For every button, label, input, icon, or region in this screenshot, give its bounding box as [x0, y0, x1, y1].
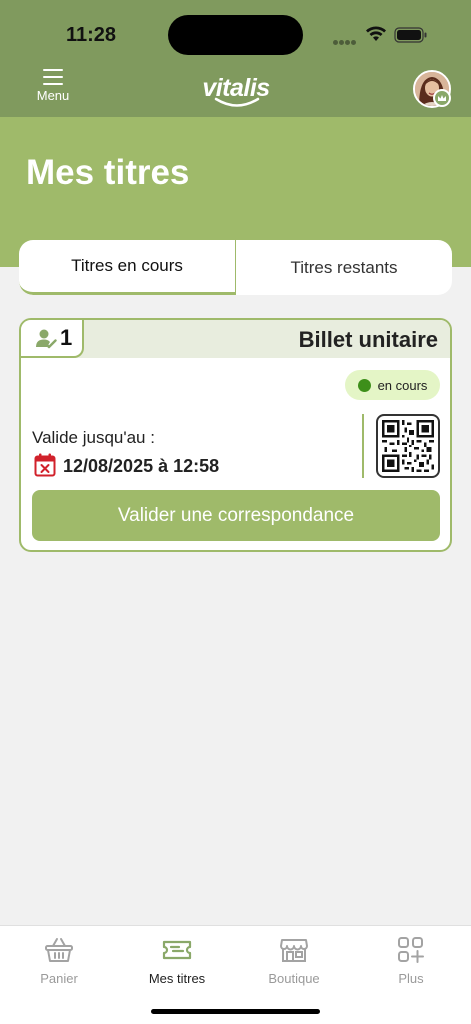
- shop-icon: [280, 939, 308, 962]
- cellular-signal-icon: [333, 32, 357, 50]
- nav-label-plus: Plus: [398, 971, 424, 986]
- status-text: en cours: [377, 377, 428, 393]
- calendar-expiry-icon: [34, 453, 56, 477]
- nav-label-mes-titres: Mes titres: [148, 971, 206, 986]
- vertical-divider: [362, 414, 364, 478]
- nav-label-boutique: Boutique: [268, 971, 320, 986]
- wifi-icon: [366, 26, 386, 41]
- validity-label: Valide jusqu'au :: [32, 428, 155, 447]
- menu-button[interactable]: Menu: [30, 68, 76, 112]
- status-time: 11:28: [66, 24, 117, 46]
- ticket-card[interactable]: 1 Billet unitaire en cours Valide jusqu'…: [19, 318, 452, 552]
- passenger-count: 1: [60, 325, 73, 350]
- passenger-check-icon: [36, 329, 57, 349]
- passenger-count-box: 1: [21, 320, 84, 358]
- tab-current-tickets[interactable]: Titres en cours: [19, 240, 236, 295]
- menu-label: Menu: [36, 88, 70, 103]
- nav-item-mes-titres[interactable]: Mes titres: [127, 936, 227, 986]
- status-bar: 11:28: [0, 0, 471, 62]
- home-indicator: [151, 1009, 320, 1014]
- dynamic-island: [168, 15, 303, 55]
- basket-icon: [45, 938, 73, 962]
- logo-swoosh-icon: [214, 97, 260, 107]
- status-dot-icon: [357, 378, 371, 392]
- nav-item-boutique[interactable]: Boutique: [244, 936, 344, 986]
- validity-date: 12/08/2025 à 12:58: [63, 456, 220, 476]
- plus-grid-icon: [398, 937, 424, 963]
- ticket-icon: [162, 940, 192, 960]
- tab-remaining-tickets[interactable]: Titres restants: [236, 240, 452, 295]
- ticket-tabs: Titres en cours Titres restants: [19, 240, 452, 295]
- app-header: Menu vitalis: [0, 62, 471, 117]
- nav-item-panier[interactable]: Panier: [9, 936, 109, 986]
- qr-code-icon[interactable]: [376, 414, 440, 478]
- page-title: Mes titres: [26, 153, 190, 192]
- ticket-header: 1 Billet unitaire: [21, 320, 450, 358]
- battery-icon: [394, 27, 427, 43]
- status-badge: en cours: [345, 370, 440, 400]
- hamburger-icon: [43, 69, 63, 85]
- nav-item-plus[interactable]: Plus: [361, 936, 461, 986]
- ticket-name: Billet unitaire: [298, 327, 438, 352]
- crown-badge-icon: [433, 89, 451, 107]
- validate-connection-button[interactable]: Valider une correspondance: [32, 490, 440, 541]
- nav-label-panier: Panier: [40, 971, 78, 986]
- vitalis-logo: vitalis: [200, 70, 272, 112]
